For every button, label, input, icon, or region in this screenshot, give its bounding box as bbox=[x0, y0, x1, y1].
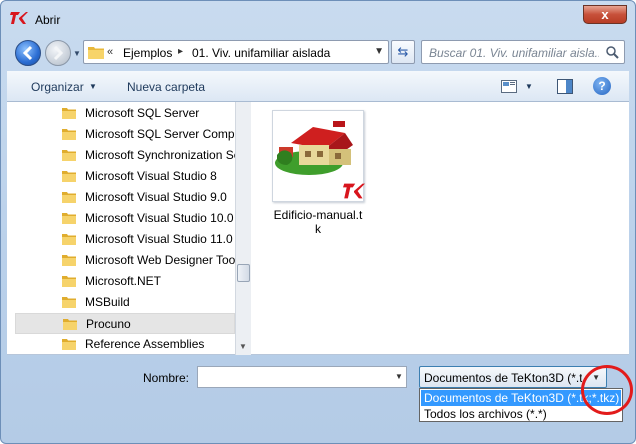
folder-icon bbox=[62, 192, 76, 203]
file-list: Edificio-manual.tk bbox=[252, 102, 629, 355]
address-dropdown-icon[interactable]: ▼ bbox=[374, 46, 384, 57]
tree-item[interactable]: Microsoft Visual Studio 8 bbox=[15, 166, 235, 187]
tree-item[interactable]: Microsoft SQL Server bbox=[15, 103, 235, 124]
chevron-down-icon[interactable]: ▼ bbox=[89, 82, 97, 91]
tree-item-label: Microsoft Visual Studio 8 bbox=[85, 169, 217, 183]
back-button[interactable] bbox=[15, 40, 41, 66]
tree-item[interactable]: Microsoft Synchronization Services bbox=[15, 145, 235, 166]
tree-item[interactable]: MSBuild bbox=[15, 292, 235, 313]
address-bar[interactable]: « Ejemplos ▸ 01. Viv. unifamiliar aislad… bbox=[83, 40, 389, 64]
forward-button[interactable] bbox=[45, 40, 71, 66]
folder-icon bbox=[62, 339, 76, 350]
tree-item-label: MSBuild bbox=[85, 295, 130, 309]
folder-icon bbox=[62, 171, 76, 182]
file-type-selected: Documentos de TeKton3D (*.tk;*.tkz) bbox=[424, 371, 582, 385]
search-box[interactable]: Buscar 01. Viv. unifamiliar aisla... bbox=[421, 40, 625, 64]
tree-item-label: Microsoft Visual Studio 10.0 bbox=[85, 211, 234, 225]
refresh-icon: ⇆ bbox=[397, 44, 409, 59]
folder-icon bbox=[62, 255, 76, 266]
folder-icon bbox=[62, 297, 76, 308]
tree-item-label: Microsoft SQL Server Compact bbox=[85, 127, 235, 141]
file-name-input[interactable] bbox=[197, 366, 407, 388]
folder-icon bbox=[62, 150, 76, 161]
breadcrumb-item-current[interactable]: 01. Viv. unifamiliar aislada bbox=[192, 46, 330, 60]
search-input[interactable]: Buscar 01. Viv. unifamiliar aisla... bbox=[429, 46, 599, 60]
change-view-icon[interactable] bbox=[501, 80, 517, 93]
folder-icon bbox=[62, 213, 76, 224]
preview-pane-icon[interactable] bbox=[557, 79, 573, 94]
tree-item[interactable]: Procuno bbox=[15, 313, 235, 334]
tree-item[interactable]: Microsoft Visual Studio 9.0 bbox=[15, 187, 235, 208]
file-name-bar: Nombre: ▼ Documentos de TeKton3D (*.tk;*… bbox=[7, 355, 629, 439]
tree-item[interactable]: Microsoft Visual Studio 11.0 bbox=[15, 229, 235, 250]
folder-icon bbox=[63, 319, 77, 330]
file-type-select[interactable]: Documentos de TeKton3D (*.tk;*.tkz) ▼ bbox=[419, 366, 607, 388]
tree-item[interactable]: Microsoft Web Designer Tools bbox=[15, 250, 235, 271]
search-icon[interactable] bbox=[605, 45, 619, 59]
folder-icon bbox=[88, 47, 104, 59]
command-toolbar: Organizar ▼ Nueva carpeta ▼ ? bbox=[7, 71, 629, 102]
breadcrumb-separator-icon[interactable]: ▸ bbox=[178, 46, 183, 57]
file-name-dropdown-icon[interactable]: ▼ bbox=[395, 372, 403, 381]
tree-item[interactable]: Microsoft SQL Server Compact bbox=[15, 124, 235, 145]
folder-icon bbox=[62, 234, 76, 245]
tree-item[interactable]: Microsoft Visual Studio 10.0 bbox=[15, 208, 235, 229]
title-bar: Abrir x bbox=[1, 1, 635, 31]
folder-icon bbox=[62, 108, 76, 119]
open-dialog-window: Abrir x ▼ « Ejemplos ▸ 01. Viv. unifamil… bbox=[0, 0, 636, 444]
scrollbar-thumb[interactable] bbox=[237, 264, 250, 282]
file-item[interactable]: Edificio-manual.tk bbox=[272, 110, 365, 240]
forward-arrow-icon bbox=[53, 45, 64, 61]
refresh-button[interactable]: ⇆ bbox=[391, 40, 415, 64]
folder-icon bbox=[62, 276, 76, 287]
folder-icon bbox=[62, 129, 76, 140]
tree-item[interactable]: Microsoft.NET bbox=[15, 271, 235, 292]
help-icon[interactable]: ? bbox=[593, 77, 611, 95]
tree-item-label: Microsoft.NET bbox=[85, 274, 162, 288]
history-dropdown-icon[interactable]: ▼ bbox=[73, 49, 81, 58]
tree-item-label: Procuno bbox=[86, 317, 131, 331]
tree-item-label: Microsoft Synchronization Services bbox=[85, 148, 235, 162]
file-name-label: Nombre: bbox=[143, 371, 190, 385]
organize-button[interactable]: Organizar bbox=[31, 80, 84, 94]
tree-item-label: Microsoft Web Designer Tools bbox=[85, 253, 235, 267]
file-name: Edificio-manual.tk bbox=[273, 208, 363, 236]
navigation-row: ▼ « Ejemplos ▸ 01. Viv. unifamiliar aisl… bbox=[1, 35, 635, 69]
close-button[interactable]: x bbox=[583, 5, 627, 24]
navigation-tree[interactable]: Microsoft SQL Server Microsoft SQL Server… bbox=[15, 102, 235, 355]
tree-item[interactable]: Reference Assemblies bbox=[15, 334, 235, 355]
new-folder-button[interactable]: Nueva carpeta bbox=[127, 80, 205, 94]
breadcrumb-overflow[interactable]: « bbox=[107, 46, 113, 58]
back-arrow-icon bbox=[22, 45, 33, 61]
annotation-circle bbox=[581, 365, 633, 415]
view-dropdown-icon[interactable]: ▼ bbox=[525, 82, 533, 91]
tree-item-label: Microsoft Visual Studio 11.0 bbox=[85, 232, 233, 246]
house-thumbnail-icon bbox=[272, 110, 365, 202]
window-title: Abrir bbox=[35, 13, 61, 27]
tree-scrollbar[interactable]: ▼ bbox=[235, 102, 251, 355]
content-area: Microsoft SQL Server Microsoft SQL Server… bbox=[7, 102, 629, 355]
scroll-down-icon[interactable]: ▼ bbox=[239, 342, 247, 351]
tree-item-label: Microsoft Visual Studio 9.0 bbox=[85, 190, 227, 204]
tree-item-label: Microsoft SQL Server bbox=[85, 106, 200, 120]
tree-item-label: Reference Assemblies bbox=[85, 337, 205, 351]
tekton3d-logo-icon bbox=[10, 12, 28, 24]
breadcrumb-item-ejemplos[interactable]: Ejemplos bbox=[123, 46, 172, 60]
tekton3d-badge-icon bbox=[343, 183, 365, 199]
